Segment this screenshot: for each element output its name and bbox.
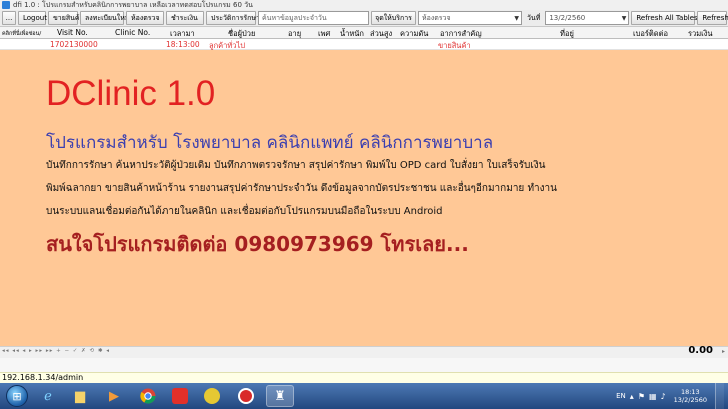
volume-icon[interactable]: ♪ [661,392,666,401]
app-subtitle: โปรแกรมสำหรับ โรงพยาบาล คลินิกแพทย์ คลิน… [46,133,494,153]
daily-search-input[interactable]: ค้นหาข้อมูลประจำวัน [258,11,369,25]
app-record-icon[interactable] [232,385,260,407]
description-line: บนระบบแลนเชื่อมต่อกันได้ภายในคลินิก และเ… [46,206,443,217]
grid-header: คลิกที่นี่เพื่อซ่อน/ Visit No. Clinic No… [0,27,728,39]
app-name-heading: DClinic 1.0 [46,74,216,113]
clock-date: 13/2/2560 [673,396,707,404]
status-url: 192.168.1.34/admin [2,373,84,382]
main-toolbar: ... Logout ขายสินค้า ลงทะเบียนใหม่ ห้องต… [0,10,728,27]
table-row[interactable]: 1702130000 18:13:00 ลูกค้าทั่วไป ขายสินค… [0,39,728,50]
line-icon[interactable] [198,385,226,407]
dclinic-icon[interactable]: ♜ [266,385,294,407]
payment-button[interactable]: ชำระเงิน [166,11,204,25]
logout-button[interactable]: Logout [18,11,47,25]
taskbar: ⊞ ℯ ▆ ▶ ♜ EN ▴ ⚑ ▦ ♪ 18:13 13/2/2560 [0,383,728,409]
info-panel: DClinic 1.0 โปรแกรมสำหรับ โรงพยาบาล คลิน… [0,50,728,346]
scroll-right-arrow-icon[interactable]: ▸ [722,348,725,355]
service-point-button[interactable]: จุดให้บริการ [371,11,416,25]
tray-arrow-icon[interactable]: ▴ [630,392,634,401]
chevron-down-icon: ▼ [514,14,519,22]
col-clinic-no[interactable]: Clinic No. [115,28,150,37]
media-player-icon[interactable]: ▶ [100,385,128,407]
sell-button[interactable]: ขายสินค้า [48,11,84,25]
file-explorer-icon[interactable]: ▆ [66,385,94,407]
language-indicator[interactable]: EN [616,392,626,400]
status-bar: 192.168.1.34/admin [0,372,728,383]
app-window-icon [2,1,10,9]
record-navigator: ◂◂ ◂◂ ◂ ▸ ▸▸ ▸▸ + − ✓ ✗ ⟲ ✱ ◂ ▸ [0,346,728,358]
refresh-all-tables-button[interactable]: Refresh All Tables [631,11,698,25]
col-hide-toggle[interactable]: คลิกที่นี่เพื่อซ่อน/ [2,30,41,38]
service-point-select[interactable]: ห้องตรวจ ▼ [418,11,522,25]
clock[interactable]: 18:13 13/2/2560 [670,388,711,404]
description-line: พิมพ์ฉลากยา ขายสินค้าหน้าร้าน รายงานสรุป… [46,183,558,194]
treatment-history-button[interactable]: ประวัติการรักษา [206,11,260,25]
cell-visit-no: 1702130000 [50,40,98,49]
chevron-down-icon: ▼ [621,14,627,22]
service-point-value: ห้องตรวจ [422,13,451,22]
window-title-bar: dfi 1.0 : โปรแกรมสำหรับคลินิกการพยาบาล เ… [0,0,728,10]
exam-room-button[interactable]: ห้องตรวจ [126,11,164,25]
flag-icon[interactable]: ⚑ [638,392,645,401]
navigator-buttons[interactable]: ◂◂ ◂◂ ◂ ▸ ▸▸ ▸▸ + − ✓ ✗ ⟲ ✱ ◂ [2,348,110,354]
date-picker[interactable]: 13/2/2560 ▼ [545,11,630,25]
grand-total: 0.00 [688,345,713,356]
col-visit-no[interactable]: Visit No. [57,28,88,37]
cell-time: 18:13:00 [166,40,200,49]
date-label: วันที่ [527,13,541,22]
window-title: dfi 1.0 : โปรแกรมสำหรับคลินิกการพยาบาล เ… [13,0,253,9]
app-icon[interactable] [166,385,194,407]
system-tray: EN ▴ ⚑ ▦ ♪ 18:13 13/2/2560 [616,383,728,409]
contact-callout: สนใจโปรแกรมติดต่อ 0980973969 โทรเลย... [46,232,469,256]
description-line: บันทึกการรักษา ค้นหาประวัติผู้ป่วยเดิม บ… [46,160,546,171]
show-desktop-button[interactable] [715,383,724,409]
clock-time: 18:13 [680,388,700,396]
date-value: 13/2/2560 [549,14,586,22]
start-orb-icon[interactable]: ⊞ [6,385,28,407]
register-button[interactable]: ลงทะเบียนใหม่ [80,11,129,25]
network-icon[interactable]: ▦ [649,392,657,401]
chrome-icon[interactable] [134,385,162,407]
internet-explorer-icon[interactable]: ℯ [34,385,62,407]
menu-dots-button[interactable]: ... [2,11,16,25]
totals-bar: 0.00 [0,345,728,372]
refresh-button[interactable]: Refresh [697,11,728,25]
